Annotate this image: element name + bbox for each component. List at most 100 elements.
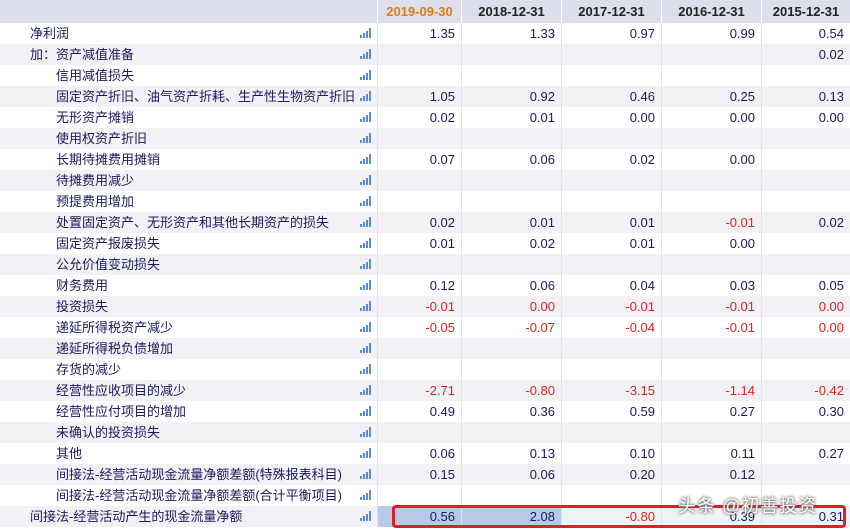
table-row[interactable]: 净利润 1.35 1.33 0.97 0.99 0.54: [0, 23, 850, 44]
value-cell: 0.01: [561, 233, 661, 254]
value-cell: 0.00: [661, 233, 761, 254]
chart-cell: [357, 212, 377, 233]
row-label: 长期待摊费用摊销: [56, 152, 161, 167]
table-row[interactable]: 投资损失 -0.01 0.00 -0.01 -0.01 0.00: [0, 296, 850, 317]
value-cell: [561, 422, 661, 443]
bar-chart-icon[interactable]: [360, 49, 371, 59]
row-label: 间接法-经营活动产生的现金流量净额: [30, 509, 243, 524]
table-row[interactable]: 加：资产减值准备 0.02: [0, 44, 850, 65]
bar-chart-icon[interactable]: [360, 217, 371, 227]
chart-cell: [357, 23, 377, 44]
chart-cell: [357, 338, 377, 359]
col-header-4[interactable]: 2015-12-31: [761, 0, 850, 23]
bar-chart-icon[interactable]: [360, 406, 371, 416]
value-cell: 0.46: [561, 86, 661, 107]
bar-chart-icon[interactable]: [360, 385, 371, 395]
bar-chart-icon[interactable]: [360, 259, 371, 269]
value-cell: [461, 359, 561, 380]
value-cell: 0.03: [661, 275, 761, 296]
value-cell: -0.01: [661, 296, 761, 317]
row-label: 公允价值变动损失: [56, 257, 161, 272]
bar-chart-icon[interactable]: [360, 448, 371, 458]
bar-chart-icon[interactable]: [360, 28, 371, 38]
row-label: 加：资产减值准备: [30, 47, 135, 62]
table-row[interactable]: 财务费用 0.12 0.06 0.04 0.03 0.05: [0, 275, 850, 296]
table-row[interactable]: 固定资产折旧、油气资产折耗、生产性生物资产折旧 1.05 0.92 0.46 0.25 0…: [0, 86, 850, 107]
header-chart-cell: [357, 0, 377, 23]
table-row[interactable]: 无形资产摊销 0.02 0.01 0.00 0.00 0.00: [0, 107, 850, 128]
value-cell: [377, 422, 461, 443]
chart-cell: [357, 170, 377, 191]
value-cell: -1.14: [661, 380, 761, 401]
col-header-0[interactable]: 2019-09-30: [377, 0, 461, 23]
bar-chart-icon[interactable]: [360, 364, 371, 374]
chart-cell: [357, 233, 377, 254]
bar-chart-icon[interactable]: [360, 427, 371, 437]
value-cell: [561, 191, 661, 212]
chart-cell: [357, 44, 377, 65]
table-row[interactable]: 公允价值变动损失: [0, 254, 850, 275]
value-cell: 0.20: [561, 464, 661, 485]
chart-cell: [357, 464, 377, 485]
bar-chart-icon[interactable]: [360, 469, 371, 479]
value-cell: [377, 338, 461, 359]
table-row[interactable]: 待摊费用减少: [0, 170, 850, 191]
value-cell: 0.02: [461, 233, 561, 254]
bar-chart-icon[interactable]: [360, 91, 371, 101]
value-cell: [461, 191, 561, 212]
table-row[interactable]: 使用权资产折旧: [0, 128, 850, 149]
bar-chart-icon[interactable]: [360, 154, 371, 164]
col-header-3[interactable]: 2016-12-31: [661, 0, 761, 23]
table-row[interactable]: 信用减值损失: [0, 65, 850, 86]
value-cell: 0.00: [461, 296, 561, 317]
value-cell: 0.02: [761, 212, 850, 233]
value-cell: [761, 128, 850, 149]
value-cell: [377, 128, 461, 149]
bar-chart-icon[interactable]: [360, 322, 371, 332]
value-cell: [761, 170, 850, 191]
value-cell: 0.27: [661, 401, 761, 422]
table-row[interactable]: 经营性应付项目的增加 0.49 0.36 0.59 0.27 0.30: [0, 401, 850, 422]
chart-cell: [357, 65, 377, 86]
bar-chart-icon[interactable]: [360, 196, 371, 206]
bar-chart-icon[interactable]: [360, 112, 371, 122]
value-cell: [661, 422, 761, 443]
col-header-1[interactable]: 2018-12-31: [461, 0, 561, 23]
table-row[interactable]: 递延所得税负债增加: [0, 338, 850, 359]
row-label: 递延所得税负债增加: [56, 341, 174, 356]
bar-chart-icon[interactable]: [360, 343, 371, 353]
value-cell: [461, 44, 561, 65]
bar-chart-icon[interactable]: [360, 238, 371, 248]
col-header-2[interactable]: 2017-12-31: [561, 0, 661, 23]
bar-chart-icon[interactable]: [360, 280, 371, 290]
bar-chart-icon[interactable]: [360, 511, 371, 521]
table-row[interactable]: 未确认的投资损失: [0, 422, 850, 443]
table-row[interactable]: 固定资产报废损失 0.01 0.02 0.01 0.00: [0, 233, 850, 254]
value-cell: 0.00: [661, 149, 761, 170]
table-row[interactable]: 其他 0.06 0.13 0.10 0.11 0.27: [0, 443, 850, 464]
bar-chart-icon[interactable]: [360, 133, 371, 143]
row-label: 净利润: [30, 26, 70, 41]
value-cell: [761, 254, 850, 275]
value-cell: [461, 128, 561, 149]
table-row[interactable]: 预提费用增加: [0, 191, 850, 212]
bar-chart-icon[interactable]: [360, 70, 371, 80]
bar-chart-icon[interactable]: [360, 301, 371, 311]
table-row[interactable]: 长期待摊费用摊销 0.07 0.06 0.02 0.00: [0, 149, 850, 170]
value-cell: [561, 359, 661, 380]
bar-chart-icon[interactable]: [360, 175, 371, 185]
table-row[interactable]: 间接法-经营活动现金流量净额差额(特殊报表科目) 0.15 0.06 0.20 0.12: [0, 464, 850, 485]
bar-chart-icon[interactable]: [360, 490, 371, 500]
table-row[interactable]: 经营性应收项目的减少 -2.71 -0.80 -3.15 -1.14 -0.42: [0, 380, 850, 401]
table-row[interactable]: 存货的减少: [0, 359, 850, 380]
value-cell: 0.06: [461, 275, 561, 296]
value-cell: 0.12: [377, 275, 461, 296]
table-row[interactable]: 处置固定资产、无形资产和其他长期资产的损失 0.02 0.01 0.01 -0.01 0.…: [0, 212, 850, 233]
value-cell: 0.01: [461, 107, 561, 128]
value-cell: [761, 338, 850, 359]
value-cell: [661, 170, 761, 191]
value-cell: -0.01: [661, 317, 761, 338]
row-label: 投资损失: [56, 299, 109, 314]
value-cell: [661, 254, 761, 275]
table-row[interactable]: 递延所得税资产减少 -0.05 -0.07 -0.04 -0.01 0.00: [0, 317, 850, 338]
